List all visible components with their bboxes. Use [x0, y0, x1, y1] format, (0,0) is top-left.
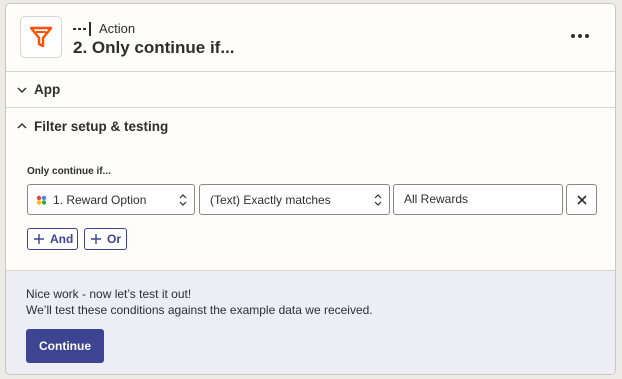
step-type: Action [73, 21, 135, 36]
add-and-button[interactable]: And [27, 228, 78, 250]
close-icon [576, 194, 587, 205]
section-app[interactable]: App [6, 72, 615, 108]
add-or-label: Or [107, 232, 122, 246]
chevron-down-icon [17, 87, 27, 93]
step-card: Action 2. Only continue if... App Filter… [5, 3, 616, 375]
continue-button[interactable]: Continue [26, 329, 104, 363]
select-arrows-icon [179, 194, 187, 206]
field-select[interactable]: 1. Reward Option [27, 184, 195, 215]
test-title: Nice work - now let’s test it out! [26, 287, 192, 301]
section-app-label: App [34, 82, 61, 97]
add-and-label: And [50, 232, 74, 246]
match-value-text: All Rewards [404, 192, 469, 206]
step-type-label: Action [99, 21, 136, 36]
test-subtitle: We’ll test these conditions against the … [26, 303, 373, 317]
section-filter-label: Filter setup & testing [34, 118, 169, 134]
more-dot [578, 34, 582, 38]
filter-icon [20, 16, 62, 58]
chevron-up-icon [17, 123, 27, 129]
step-header: Action 2. Only continue if... [6, 4, 615, 72]
more-dot [585, 34, 589, 38]
operator-select-value: (Text) Exactly matches [210, 192, 331, 207]
field-select-value: 1. Reward Option [53, 192, 147, 207]
step-title: 2. Only continue if... [73, 38, 235, 57]
add-or-button[interactable]: Or [84, 228, 127, 250]
remove-condition-button[interactable] [566, 184, 597, 215]
condition-label: Only continue if... [27, 166, 111, 177]
test-panel: Nice work - now let’s test it out! We’ll… [6, 270, 615, 374]
section-filter-setup[interactable]: Filter setup & testing [6, 108, 615, 144]
step-path-icon [73, 21, 91, 36]
select-arrows-icon [374, 194, 382, 206]
operator-select[interactable]: (Text) Exactly matches [199, 184, 390, 215]
plus-icon [34, 234, 44, 244]
plus-icon [91, 234, 101, 244]
match-value-input[interactable]: All Rewards [393, 184, 563, 215]
google-sheets-icon [36, 195, 47, 205]
more-dot [571, 34, 575, 38]
more-options-button[interactable] [567, 30, 593, 42]
